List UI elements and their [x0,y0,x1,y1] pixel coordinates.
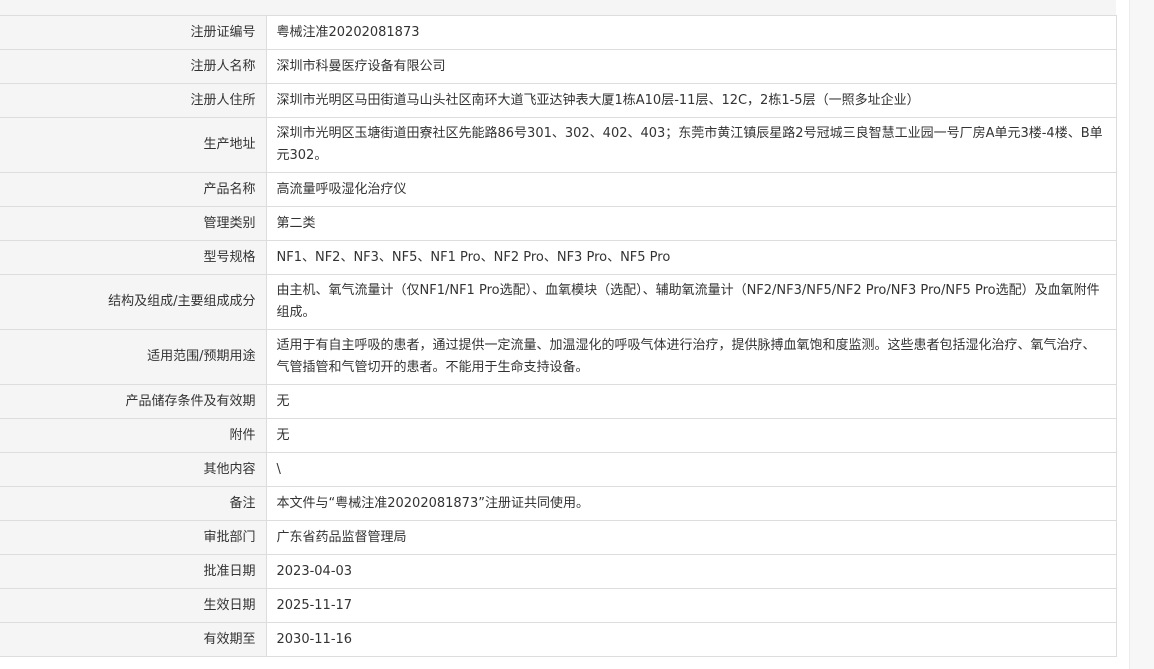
top-strip [0,0,1116,15]
field-label: 生产地址 [0,117,267,173]
row-product-name: 产品名称 高流量呼吸湿化治疗仪 [0,172,1117,207]
field-value: 无 [265,418,1117,453]
row-expiry-date: 有效期至 2030-11-16 [0,622,1117,657]
row-remark: 备注 本文件与“粤械注准20202081873”注册证共同使用。 [0,486,1117,521]
field-label: 注册人名称 [0,49,267,84]
row-effective-date: 生效日期 2025-11-17 [0,588,1117,623]
field-label: 注册证编号 [0,15,267,50]
field-label: 审批部门 [0,520,267,555]
field-label: 批准日期 [0,554,267,589]
field-value: 由主机、氧气流量计（仅NF1/NF1 Pro选配）、血氧模块（选配）、辅助氧流量… [265,274,1117,330]
field-value: 深圳市光明区马田街道马山头社区南环大道飞亚达钟表大厦1栋A10层-11层、12C… [265,83,1117,118]
row-reg-no: 注册证编号 粤械注准20202081873 [0,15,1117,50]
field-label: 适用范围/预期用途 [0,329,267,385]
row-structure: 结构及组成/主要组成成分 由主机、氧气流量计（仅NF1/NF1 Pro选配）、血… [0,274,1117,330]
field-label: 备注 [0,486,267,521]
field-label: 附件 [0,418,267,453]
field-label: 其他内容 [0,452,267,487]
row-model-spec: 型号规格 NF1、NF2、NF3、NF5、NF1 Pro、NF2 Pro、NF3… [0,240,1117,275]
field-value: 2025-11-17 [265,588,1117,623]
field-value: 第二类 [265,206,1117,241]
row-attachment: 附件 无 [0,418,1117,453]
row-approval-date: 批准日期 2023-04-03 [0,554,1117,589]
row-other: 其他内容 \ [0,452,1117,487]
row-registrant-name: 注册人名称 深圳市科曼医疗设备有限公司 [0,49,1117,84]
field-value: 无 [265,384,1117,419]
field-value: \ [265,452,1117,487]
field-label: 产品储存条件及有效期 [0,384,267,419]
page-scrollbar[interactable] [1129,0,1154,669]
field-value: NF1、NF2、NF3、NF5、NF1 Pro、NF2 Pro、NF3 Pro、… [265,240,1117,275]
row-approval-dept: 审批部门 广东省药品监督管理局 [0,520,1117,555]
field-value: 深圳市光明区玉塘街道田寮社区先能路86号301、302、402、403；东莞市黄… [265,117,1117,173]
row-registrant-address: 注册人住所 深圳市光明区马田街道马山头社区南环大道飞亚达钟表大厦1栋A10层-1… [0,83,1117,118]
field-label: 注册人住所 [0,83,267,118]
field-value: 本文件与“粤械注准20202081873”注册证共同使用。 [265,486,1117,521]
field-value: 广东省药品监督管理局 [265,520,1117,555]
field-label: 生效日期 [0,588,267,623]
row-intended-use: 适用范围/预期用途 适用于有自主呼吸的患者，通过提供一定流量、加温湿化的呼吸气体… [0,329,1117,385]
field-label: 管理类别 [0,206,267,241]
registration-detail-panel: 注册证编号 粤械注准20202081873 注册人名称 深圳市科曼医疗设备有限公… [0,15,1117,657]
field-value: 2030-11-16 [265,622,1117,657]
registration-detail-table: 注册证编号 粤械注准20202081873 注册人名称 深圳市科曼医疗设备有限公… [0,15,1117,657]
field-value: 粤械注准20202081873 [265,15,1117,50]
field-label: 型号规格 [0,240,267,275]
row-management-class: 管理类别 第二类 [0,206,1117,241]
field-label: 产品名称 [0,172,267,207]
field-value: 高流量呼吸湿化治疗仪 [265,172,1117,207]
field-label: 有效期至 [0,622,267,657]
row-production-address: 生产地址 深圳市光明区玉塘街道田寮社区先能路86号301、302、402、403… [0,117,1117,173]
field-value: 深圳市科曼医疗设备有限公司 [265,49,1117,84]
field-value: 适用于有自主呼吸的患者，通过提供一定流量、加温湿化的呼吸气体进行治疗，提供脉搏血… [265,329,1117,385]
row-storage: 产品储存条件及有效期 无 [0,384,1117,419]
field-label: 结构及组成/主要组成成分 [0,274,267,330]
field-value: 2023-04-03 [265,554,1117,589]
